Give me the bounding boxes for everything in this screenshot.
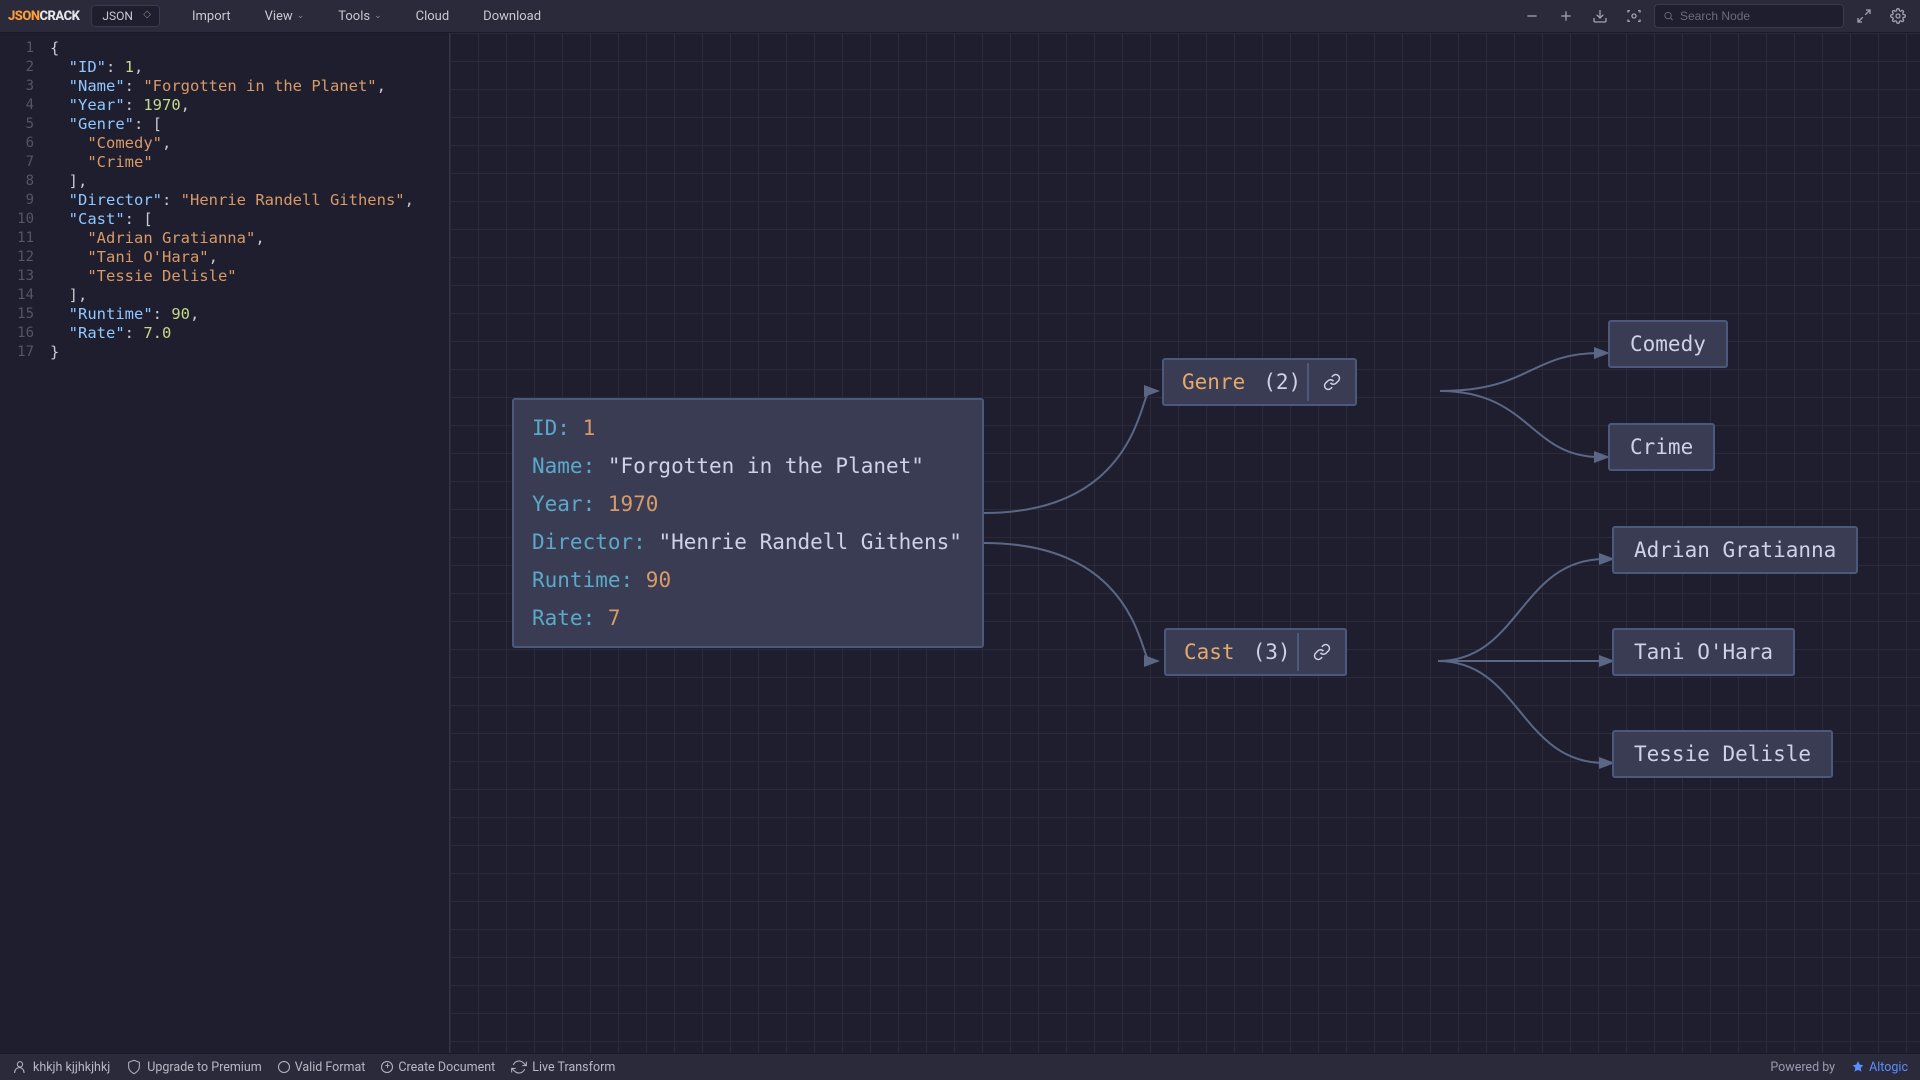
search-input[interactable] xyxy=(1680,9,1835,23)
branch-label: Cast xyxy=(1166,630,1253,674)
live-transform[interactable]: Live Transform xyxy=(511,1059,615,1075)
menu-view[interactable]: View⌄ xyxy=(251,5,319,28)
branch-node-genre[interactable]: Genre (2) xyxy=(1162,358,1357,406)
center-icon[interactable] xyxy=(1620,2,1648,30)
search-icon xyxy=(1663,8,1674,24)
circle-icon xyxy=(278,1061,290,1073)
sync-icon xyxy=(511,1059,527,1075)
create-doc[interactable]: + Create Document xyxy=(381,1060,495,1075)
status-bar: khkjh kjjhkjhkj Upgrade to Premium Valid… xyxy=(0,1053,1920,1080)
upgrade-link[interactable]: Upgrade to Premium xyxy=(126,1059,261,1075)
root-node[interactable]: ID: 1Name: "Forgotten in the Planet"Year… xyxy=(512,398,984,648)
menu-download[interactable]: Download xyxy=(469,5,555,28)
branch-count: (3) xyxy=(1253,640,1297,664)
app-logo: JSONCRACK xyxy=(8,9,79,24)
graph-canvas[interactable]: ID: 1Name: "Forgotten in the Planet"Year… xyxy=(450,33,1920,1053)
altogic-link[interactable]: Altogic xyxy=(1851,1060,1908,1075)
top-toolbar: JSONCRACK JSON Import View⌄ Tools⌄ Cloud… xyxy=(0,0,1920,33)
menu-cloud[interactable]: Cloud xyxy=(402,5,464,28)
branch-node-cast[interactable]: Cast (3) xyxy=(1164,628,1347,676)
shield-icon xyxy=(126,1059,142,1075)
altogic-icon xyxy=(1851,1060,1865,1074)
menu-import[interactable]: Import xyxy=(178,5,245,28)
code-editor[interactable]: 1234567891011121314151617 { "ID": 1, "Na… xyxy=(0,33,450,1053)
leaf-node[interactable]: Comedy xyxy=(1608,320,1728,368)
zoom-out-icon[interactable] xyxy=(1518,2,1546,30)
menu-tools[interactable]: Tools⌄ xyxy=(324,5,395,28)
powered-by-label: Powered by xyxy=(1770,1060,1835,1075)
chevron-down-icon: ⌄ xyxy=(374,11,382,21)
link-icon[interactable] xyxy=(1297,633,1345,671)
user-icon xyxy=(12,1059,28,1075)
line-gutter: 1234567891011121314151617 xyxy=(0,33,48,1053)
leaf-node[interactable]: Crime xyxy=(1608,423,1715,471)
branch-count: (2) xyxy=(1263,370,1307,394)
branch-label: Genre xyxy=(1164,360,1263,404)
fullscreen-icon[interactable] xyxy=(1850,2,1878,30)
download-icon[interactable] xyxy=(1586,2,1614,30)
code-content: { "ID": 1, "Name": "Forgotten in the Pla… xyxy=(48,33,414,1053)
leaf-node[interactable]: Adrian Gratianna xyxy=(1612,526,1858,574)
search-box[interactable] xyxy=(1654,4,1844,28)
format-select[interactable]: JSON xyxy=(91,5,160,27)
link-icon[interactable] xyxy=(1307,363,1355,401)
user-badge[interactable]: khkjh kjjhkjhkj xyxy=(12,1059,110,1075)
settings-icon[interactable] xyxy=(1884,2,1912,30)
zoom-in-icon[interactable] xyxy=(1552,2,1580,30)
chevron-down-icon: ⌄ xyxy=(297,11,305,21)
leaf-node[interactable]: Tessie Delisle xyxy=(1612,730,1833,778)
plus-circle-icon: + xyxy=(381,1061,393,1073)
valid-format[interactable]: Valid Format xyxy=(278,1060,366,1075)
leaf-node[interactable]: Tani O'Hara xyxy=(1612,628,1795,676)
